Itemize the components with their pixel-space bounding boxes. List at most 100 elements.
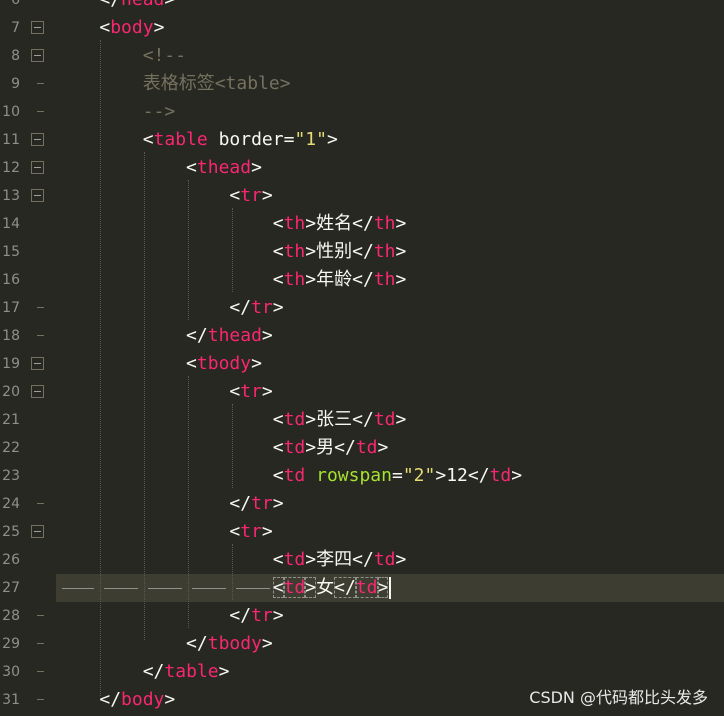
code-token: rowspan bbox=[316, 465, 392, 486]
code-token: "1" bbox=[294, 129, 327, 150]
code-text: <tr> bbox=[56, 182, 273, 210]
code-token: > bbox=[261, 633, 273, 654]
code-token: > bbox=[305, 269, 317, 290]
code-line[interactable]: 26 <td>李四</td> bbox=[0, 546, 724, 574]
fold-collapse-icon[interactable] bbox=[31, 161, 44, 174]
code-text: </thead> bbox=[56, 322, 273, 350]
code-line[interactable]: 24 </tr> bbox=[0, 490, 724, 518]
code-token: </ bbox=[99, 0, 121, 10]
code-token: > bbox=[251, 353, 262, 374]
line-number: 28 bbox=[2, 608, 20, 624]
code-token: 李四 bbox=[316, 549, 353, 570]
line-number: 16 bbox=[2, 272, 20, 288]
code-token: "2" bbox=[402, 465, 436, 486]
code-token: > bbox=[326, 129, 338, 150]
code-token: th bbox=[373, 269, 396, 290]
code-line[interactable]: 6 </head> bbox=[0, 0, 724, 14]
code-token: > bbox=[305, 409, 317, 430]
code-token: td bbox=[373, 549, 396, 570]
code-text: --> bbox=[56, 98, 176, 126]
fold-collapse-icon[interactable] bbox=[31, 21, 44, 34]
code-line[interactable]: 10 --> bbox=[0, 98, 724, 126]
code-line[interactable]: 30 </table> bbox=[0, 658, 724, 686]
code-token: </ bbox=[229, 297, 252, 318]
code-token: < bbox=[186, 157, 197, 178]
code-token: td bbox=[355, 437, 378, 458]
code-token: > bbox=[272, 493, 284, 514]
code-token: </ bbox=[186, 633, 208, 654]
code-line[interactable]: 23 <td rowspan="2">12</td> bbox=[0, 462, 724, 490]
fold-collapse-icon[interactable] bbox=[31, 385, 44, 398]
code-line[interactable]: 14 <th>姓名</th> bbox=[0, 210, 724, 238]
code-token: > bbox=[261, 381, 273, 402]
code-line-current[interactable]: 27 <td>女</td> bbox=[0, 574, 724, 602]
code-line[interactable]: 21 <td>张三</td> bbox=[0, 406, 724, 434]
code-token: > bbox=[395, 269, 407, 290]
code-token: < bbox=[99, 17, 111, 38]
code-line[interactable]: 25 <tr> bbox=[0, 518, 724, 546]
indent-guide bbox=[188, 180, 189, 320]
code-text: </tr> bbox=[56, 602, 284, 630]
code-token: > bbox=[272, 605, 284, 626]
code-line[interactable]: 12 <thead> bbox=[0, 154, 724, 182]
line-number: 24 bbox=[2, 496, 20, 512]
whitespace-marker bbox=[148, 588, 182, 589]
fold-collapse-icon[interactable] bbox=[31, 49, 44, 62]
code-token: tr bbox=[251, 493, 273, 514]
code-line[interactable]: 19 <tbody> bbox=[0, 350, 724, 378]
code-line[interactable]: 17 </tr> bbox=[0, 294, 724, 322]
fold-collapse-icon[interactable] bbox=[31, 189, 44, 202]
code-line[interactable]: 20 <tr> bbox=[0, 378, 724, 406]
code-line[interactable]: 8 <!-- bbox=[0, 42, 724, 70]
code-token: table bbox=[153, 129, 208, 150]
code-token: </ bbox=[142, 661, 165, 682]
code-token: > bbox=[218, 661, 230, 682]
whitespace-marker bbox=[236, 588, 270, 589]
code-line[interactable]: 29 </tbody> bbox=[0, 630, 724, 658]
code-line[interactable]: 15 <th>性别</th> bbox=[0, 238, 724, 266]
line-number: 27 bbox=[2, 580, 20, 596]
code-editor[interactable]: 6 </head>7 <body>8 <!--9 表格标签<table>10 -… bbox=[0, 0, 724, 716]
code-text: <table border="1"> bbox=[56, 126, 338, 154]
code-line[interactable]: 11 <table border="1"> bbox=[0, 126, 724, 154]
code-token: </ bbox=[229, 493, 252, 514]
code-line[interactable]: 7 <body> bbox=[0, 14, 724, 42]
code-token: </ bbox=[186, 325, 208, 346]
code-token: td bbox=[373, 409, 396, 430]
code-text: </body> bbox=[56, 686, 175, 714]
code-line[interactable]: 9 表格标签<table> bbox=[0, 70, 724, 98]
code-text: </head> bbox=[56, 0, 175, 14]
line-number: 31 bbox=[2, 692, 20, 708]
indent-guide bbox=[144, 152, 145, 640]
code-token: </ bbox=[334, 577, 356, 598]
line-number: 14 bbox=[2, 216, 20, 232]
fold-collapse-icon[interactable] bbox=[31, 525, 44, 538]
line-number: 13 bbox=[2, 188, 20, 204]
code-token: > bbox=[261, 185, 273, 206]
line-number: 11 bbox=[2, 132, 20, 148]
fold-collapse-icon[interactable] bbox=[31, 133, 44, 146]
code-line[interactable]: 22 <td>男</td> bbox=[0, 434, 724, 462]
code-text: </tbody> bbox=[56, 630, 273, 658]
code-text: <tr> bbox=[56, 518, 272, 546]
fold-collapse-icon[interactable] bbox=[31, 357, 44, 370]
code-token: td bbox=[355, 577, 378, 598]
code-token: tr bbox=[240, 381, 262, 402]
line-number: 15 bbox=[2, 244, 20, 260]
code-line[interactable]: 28 </tr> bbox=[0, 602, 724, 630]
code-line[interactable]: 18 </thead> bbox=[0, 322, 724, 350]
code-line[interactable]: 13 <tr> bbox=[0, 182, 724, 210]
code-token: 张三 bbox=[316, 409, 353, 430]
code-token: thead bbox=[196, 157, 252, 178]
indent-guide bbox=[188, 376, 189, 628]
code-token: > bbox=[377, 437, 389, 458]
code-line[interactable]: 16 <th>年龄</th> bbox=[0, 266, 724, 294]
code-token: < bbox=[229, 521, 241, 542]
